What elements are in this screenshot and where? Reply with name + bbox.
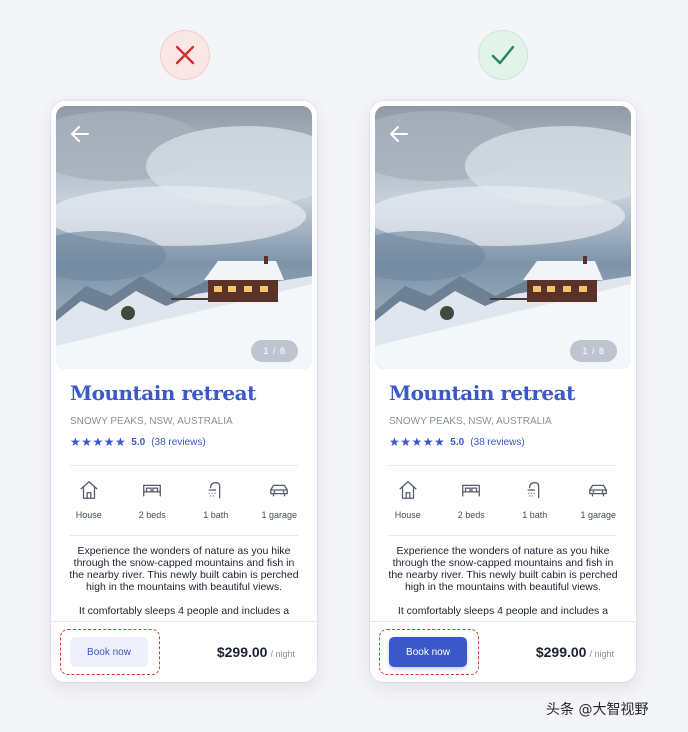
amenity-bath: 1 bath bbox=[503, 479, 567, 520]
photo-counter: 1 / 8 bbox=[251, 340, 298, 362]
amenities-row: House 2 beds 1 bath 1 garage bbox=[376, 479, 630, 520]
listing-card-correct: 1 / 8 Mountain retreat SNOWY PEAKS, NSW,… bbox=[370, 101, 636, 682]
listing-description: Experience the wonders of nature as you … bbox=[69, 545, 299, 629]
hero-photo[interactable]: 1 / 8 bbox=[375, 106, 631, 369]
back-arrow-icon[interactable] bbox=[387, 122, 411, 146]
description-paragraph: It comfortably sleeps 4 people and inclu… bbox=[397, 605, 609, 617]
reviews-link[interactable]: (38 reviews) bbox=[151, 437, 205, 448]
listing-location: SNOWY PEAKS, NSW, AUSTRALIA bbox=[70, 416, 233, 427]
incorrect-badge bbox=[160, 30, 210, 80]
divider bbox=[70, 465, 298, 466]
car-icon bbox=[270, 484, 289, 497]
amenity-garage: 1 garage bbox=[567, 479, 631, 520]
listing-description: Experience the wonders of nature as you … bbox=[388, 545, 618, 629]
listing-card-incorrect: 1 / 8 Mountain retreat SNOWY PEAKS, NSW,… bbox=[51, 101, 317, 682]
house-icon bbox=[80, 481, 98, 499]
description-paragraph: Experience the wonders of nature as you … bbox=[69, 545, 299, 593]
watermark: 头条 @大智视野 bbox=[546, 702, 649, 718]
amenity-beds: 2 beds bbox=[121, 479, 185, 520]
amenity-house: House bbox=[57, 479, 121, 520]
star-rating-icon: ★★★★★ bbox=[389, 435, 446, 449]
price: $299.00 / night bbox=[536, 644, 614, 660]
amenity-label: 2 beds bbox=[457, 510, 485, 520]
house-icon bbox=[399, 481, 417, 499]
rating-row[interactable]: ★★★★★ 5.0 (38 reviews) bbox=[70, 435, 206, 449]
price: $299.00 / night bbox=[217, 644, 295, 660]
amenity-label: 2 beds bbox=[138, 510, 166, 520]
reviews-link[interactable]: (38 reviews) bbox=[470, 437, 524, 448]
booking-bar: Book now $299.00 / night bbox=[51, 621, 317, 682]
listing-location: SNOWY PEAKS, NSW, AUSTRALIA bbox=[389, 416, 552, 427]
price-amount: $299.00 bbox=[535, 644, 587, 660]
divider bbox=[389, 465, 617, 466]
price-amount: $299.00 bbox=[216, 644, 268, 660]
rating-row[interactable]: ★★★★★ 5.0 (38 reviews) bbox=[389, 435, 525, 449]
bed-icon bbox=[462, 484, 481, 497]
listing-title: Mountain retreat bbox=[389, 381, 575, 405]
back-arrow-icon[interactable] bbox=[68, 122, 92, 146]
price-unit: / night bbox=[589, 649, 614, 659]
amenity-label: House bbox=[75, 510, 102, 520]
amenity-label: 1 bath bbox=[203, 510, 229, 520]
description-paragraph: It comfortably sleeps 4 people and inclu… bbox=[78, 605, 290, 617]
car-icon bbox=[589, 484, 608, 497]
book-now-button[interactable]: Book now bbox=[389, 637, 467, 667]
check-icon bbox=[491, 45, 515, 65]
divider bbox=[70, 535, 298, 536]
amenity-house: House bbox=[376, 479, 440, 520]
amenity-label: 1 garage bbox=[580, 510, 617, 520]
star-rating-icon: ★★★★★ bbox=[70, 435, 127, 449]
price-unit: / night bbox=[270, 649, 295, 659]
close-icon bbox=[175, 45, 195, 65]
shower-icon bbox=[527, 482, 540, 499]
bed-icon bbox=[143, 484, 162, 497]
mountain-cabin-photo bbox=[56, 106, 312, 369]
listing-title: Mountain retreat bbox=[70, 381, 256, 405]
correct-badge bbox=[478, 30, 528, 80]
rating-score: 5.0 bbox=[131, 436, 146, 448]
hero-photo[interactable]: 1 / 8 bbox=[56, 106, 312, 369]
mountain-cabin-photo bbox=[375, 106, 631, 369]
amenity-label: House bbox=[394, 510, 421, 520]
amenities-row: House 2 beds 1 bath 1 garage bbox=[57, 479, 311, 520]
shower-icon bbox=[208, 482, 221, 499]
amenity-label: 1 bath bbox=[522, 510, 548, 520]
book-now-button[interactable]: Book now bbox=[70, 637, 148, 667]
photo-counter: 1 / 8 bbox=[570, 340, 617, 362]
amenity-label: 1 garage bbox=[261, 510, 298, 520]
amenity-bath: 1 bath bbox=[184, 479, 248, 520]
amenity-garage: 1 garage bbox=[248, 479, 312, 520]
booking-bar: Book now $299.00 / night bbox=[370, 621, 636, 682]
rating-score: 5.0 bbox=[450, 436, 465, 448]
amenity-beds: 2 beds bbox=[440, 479, 504, 520]
description-paragraph: Experience the wonders of nature as you … bbox=[388, 545, 618, 593]
divider bbox=[389, 535, 617, 536]
